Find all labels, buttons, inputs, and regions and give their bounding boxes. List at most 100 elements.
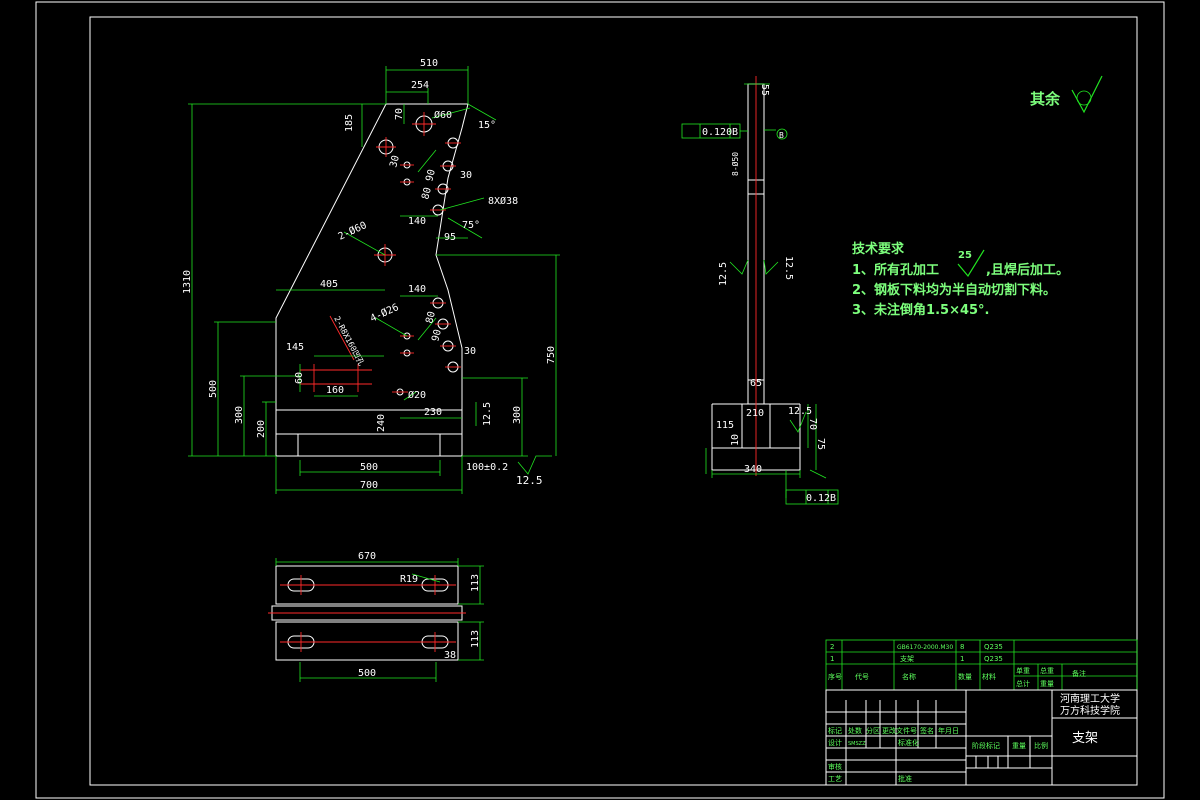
- dim-30c: 30: [464, 346, 476, 357]
- side-tol-012: 0.12: [806, 493, 830, 504]
- other-roughness-symbol: [1071, 75, 1103, 114]
- front-view: 510 254 1310 500 300 200 240 700 500 100…: [182, 58, 560, 494]
- part-name: 支架: [1072, 731, 1098, 746]
- side-tol-datum: B: [732, 127, 738, 138]
- dim-4x26: 4-Ø26: [368, 301, 400, 325]
- svg-text:备注: 备注: [1072, 669, 1086, 678]
- svg-text:比例: 比例: [1034, 741, 1048, 750]
- svg-text:重量: 重量: [1012, 742, 1026, 750]
- dim-80: 80: [420, 186, 434, 200]
- svg-text:Q235: Q235: [984, 643, 1003, 651]
- svg-text:处数: 处数: [848, 726, 862, 735]
- svg-text:批准: 批准: [898, 774, 912, 783]
- svg-text:2: 2: [830, 643, 834, 651]
- dim-700: 700: [360, 480, 378, 491]
- svg-text:设计: 设计: [828, 738, 842, 747]
- dim-100-tol: 100±0.2: [466, 462, 508, 473]
- svg-text:数量: 数量: [958, 672, 972, 681]
- svg-text:阶段标记: 阶段标记: [972, 741, 1000, 750]
- side-dim-55: 55: [759, 84, 770, 96]
- svg-text:更改文件号: 更改文件号: [882, 726, 917, 735]
- dim-95: 95: [444, 232, 456, 243]
- dim-30a: 30: [388, 154, 402, 168]
- dim-8x38: 8XØ38: [488, 195, 518, 207]
- school-name-line1: 河南理工大学: [1060, 692, 1120, 705]
- svg-text:工艺: 工艺: [828, 775, 842, 783]
- svg-text:8: 8: [960, 643, 964, 651]
- dim-140-mid: 140: [408, 284, 426, 295]
- other-roughness-label: 其余: [1030, 90, 1061, 108]
- svg-text:GB6170-2000.M30: GB6170-2000.M30: [897, 644, 953, 651]
- side-dim-115: 115: [716, 420, 734, 431]
- side-tol-0120: 0.120: [702, 127, 732, 138]
- notes-title: 技术要求: [852, 241, 905, 257]
- svg-text:SMSZZ: SMSZZ: [848, 741, 866, 747]
- svg-text:代号: 代号: [855, 672, 869, 681]
- notes-line3: 3、未注倒角1.5×45°.: [852, 302, 990, 318]
- notes-line1-tail: ,且焊后加工。: [986, 262, 1069, 278]
- side-view: 55 0.120 B B 8-Ø50 12.5 12.5 65 210 12.5…: [681, 76, 839, 505]
- svg-text:材料: 材料: [982, 672, 996, 681]
- technical-notes: 其余 技术要求 1、所有孔加工 25 ,且焊后加工。 2、钢板下料均为半自动切割…: [852, 75, 1103, 318]
- title-block: 2 GB6170-2000.M30 8 Q235 1 支架 1 Q235 序号 …: [825, 639, 1138, 786]
- dim-500-bottom: 500: [360, 462, 378, 473]
- svg-text:12.5: 12.5: [516, 474, 543, 487]
- dim-phi20: Ø20: [408, 389, 426, 401]
- dim-top-510: 510: [420, 58, 438, 69]
- dim-top-254: 254: [411, 80, 429, 91]
- dim-230: 230: [424, 407, 442, 418]
- svg-text:Q235: Q235: [984, 655, 1003, 663]
- side-tol-datum2: B: [830, 493, 836, 504]
- svg-text:标准化: 标准化: [898, 738, 919, 747]
- dim-140-top: 140: [408, 216, 426, 227]
- side-rough-c: 12.5: [788, 406, 812, 417]
- dim-80b: 80: [424, 310, 438, 324]
- notes-line1: 1、所有孔加工: [852, 262, 939, 278]
- svg-text:审核: 审核: [828, 762, 842, 771]
- dim-300-left: 300: [234, 406, 245, 424]
- svg-text:总重: 总重: [1040, 666, 1054, 675]
- svg-text:签名: 签名: [920, 726, 934, 735]
- dim-145: 145: [286, 342, 304, 353]
- school-name-line2: 万方科技学院: [1060, 704, 1120, 717]
- svg-text:支架: 支架: [900, 654, 914, 663]
- side-dim-10: 10: [730, 434, 741, 446]
- dim-phi60: Ø60: [434, 109, 452, 121]
- dim-240: 240: [376, 414, 387, 432]
- svg-text:1: 1: [960, 655, 964, 663]
- svg-text:分区: 分区: [866, 726, 880, 735]
- dim-15deg: 15°: [478, 120, 496, 131]
- svg-text:总计: 总计: [1016, 679, 1030, 688]
- dim-90: 90: [424, 168, 438, 182]
- dim-70: 70: [394, 108, 405, 120]
- bottom-dim-38: 38: [444, 650, 456, 661]
- dim-60: 60: [294, 372, 305, 384]
- bottom-dim-r19: R19: [400, 574, 418, 585]
- dim-1310: 1310: [182, 270, 193, 294]
- front-dimlines: [188, 66, 560, 494]
- dim-405: 405: [320, 279, 338, 290]
- side-datum-bubble: B: [779, 131, 784, 140]
- side-dim-8x50: 8-Ø50: [730, 152, 740, 176]
- dim-300-right: 300: [512, 406, 523, 424]
- svg-text:序号: 序号: [828, 672, 842, 681]
- cad-drawing: 510 254 1310 500 300 200 240 700 500 100…: [35, 1, 1165, 799]
- dim-90b: 90: [430, 328, 444, 342]
- side-dim-210: 210: [746, 408, 764, 419]
- svg-text:年月日: 年月日: [938, 726, 959, 735]
- svg-text:重量: 重量: [1040, 680, 1054, 688]
- svg-text:单重: 单重: [1016, 666, 1030, 675]
- side-rough-b: 12.5: [783, 256, 794, 280]
- side-dim-340: 340: [744, 464, 762, 475]
- bottom-dim-670: 670: [358, 551, 376, 562]
- svg-text:标记: 标记: [828, 726, 842, 735]
- bottom-dim-500: 500: [358, 668, 376, 679]
- svg-text:1: 1: [830, 655, 834, 663]
- rough-12-5-front: 12.5: [482, 402, 493, 426]
- dim-75deg: 75°: [462, 220, 480, 231]
- dim-200: 200: [256, 420, 267, 438]
- side-dim-75: 75: [815, 438, 826, 450]
- dim-500-left: 500: [208, 380, 219, 398]
- bottom-view: 670 R19 113 113 38 500: [268, 551, 484, 682]
- dim-2x60: 2-Ø60: [336, 219, 368, 243]
